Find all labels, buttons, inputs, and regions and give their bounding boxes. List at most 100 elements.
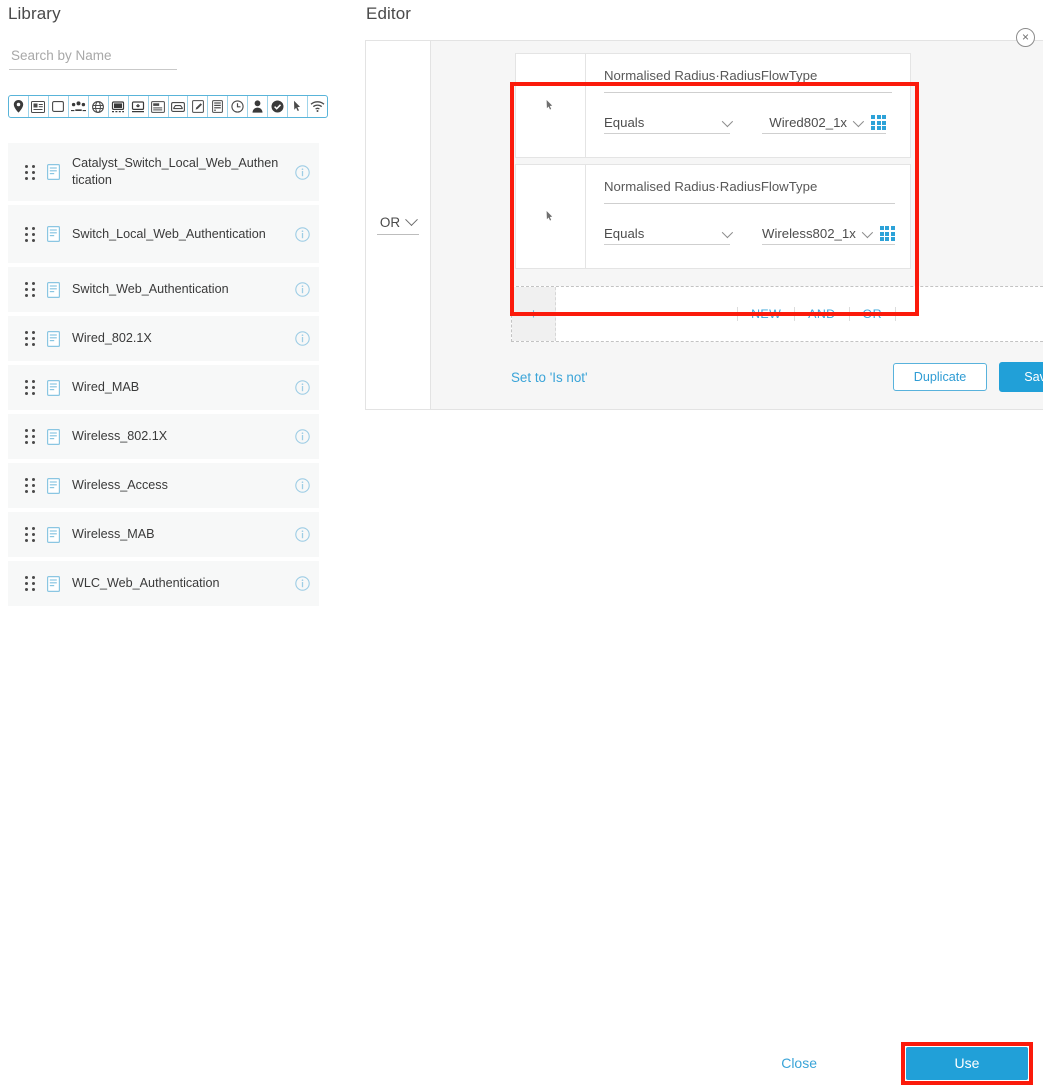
logic-operator-value: OR [379, 215, 401, 230]
operator-value-row: Equals Wired802_1x [604, 115, 892, 134]
search-field-wrapper [0, 24, 340, 70]
info-icon[interactable] [285, 282, 319, 297]
edit-document-icon[interactable] [188, 96, 209, 117]
drag-handle-icon[interactable] [18, 282, 42, 297]
drag-handle-icon[interactable] [18, 380, 42, 395]
info-icon[interactable] [285, 164, 319, 180]
info-icon[interactable] [285, 226, 319, 242]
editor-body: OR × × Normalised Radius·RadiusFlowType … [365, 40, 1043, 410]
info-icon[interactable] [285, 331, 319, 346]
person-icon[interactable] [248, 96, 269, 117]
condition-row: Normalised Radius·RadiusFlowType Equals … [515, 164, 911, 269]
list-item[interactable]: Wired_MAB [8, 365, 319, 410]
search-input[interactable] [9, 46, 177, 70]
add-actions: NEW AND OR [556, 287, 1043, 341]
editor-footer: Set to 'Is not' Duplicate Save [511, 362, 1043, 392]
drag-handle-icon[interactable] [18, 226, 42, 242]
info-icon[interactable] [285, 380, 319, 395]
chevron-down-icon [721, 115, 734, 127]
close-button[interactable]: Close [781, 1055, 817, 1071]
grid-picker-icon[interactable] [879, 226, 895, 241]
value-select[interactable]: Wireless802_1x [762, 226, 895, 245]
attribute-field[interactable]: Normalised Radius·RadiusFlowType [604, 179, 895, 204]
location-pin-icon[interactable] [9, 96, 29, 117]
list-item[interactable]: Wired_802.1X [8, 316, 319, 361]
list-item[interactable]: Switch_Local_Web_Authentication [8, 205, 319, 263]
add-new-button[interactable]: NEW [737, 307, 794, 321]
check-circle-icon[interactable] [268, 96, 289, 117]
drag-handle-icon[interactable] [18, 429, 42, 444]
logic-operator-column: OR [365, 40, 431, 410]
operator-select[interactable]: Equals [604, 226, 734, 245]
list-item-label: Wireless_802.1X [72, 429, 168, 443]
document-icon [42, 526, 64, 543]
add-condition-bar: + NEW AND OR [511, 286, 1043, 342]
square-icon[interactable] [49, 96, 69, 117]
duplicate-button[interactable]: Duplicate [892, 363, 988, 391]
add-plus-icon[interactable]: + [512, 287, 556, 341]
operator-value: Equals [604, 226, 645, 241]
library-panel: Library Search by Name Catalyst_Switch_L… [0, 0, 340, 640]
group-users-icon[interactable] [69, 96, 89, 117]
cursor-icon[interactable] [288, 96, 309, 117]
add-or-button[interactable]: OR [848, 307, 896, 321]
condition-drag-handle[interactable] [516, 165, 586, 268]
chevron-down-icon [852, 115, 865, 127]
drag-handle-icon[interactable] [18, 527, 42, 542]
list-item[interactable]: Catalyst_Switch_Local_Web_Authentication [8, 143, 319, 201]
desktop-icon[interactable] [109, 96, 129, 117]
wifi-icon[interactable] [308, 96, 327, 117]
info-icon[interactable] [285, 576, 319, 591]
drag-handle-icon[interactable] [18, 576, 42, 591]
save-button[interactable]: Save [999, 362, 1043, 392]
drag-handle-icon[interactable] [18, 164, 42, 180]
chevron-down-icon [721, 226, 734, 238]
monitor-icon[interactable] [129, 96, 149, 117]
globe-icon[interactable] [89, 96, 109, 117]
list-item[interactable]: Wireless_802.1X [8, 414, 319, 459]
attribute-field[interactable]: Normalised Radius·RadiusFlowType [604, 68, 892, 93]
condition-drag-handle[interactable] [516, 54, 586, 157]
value-text: Wired802_1x [769, 115, 847, 130]
list-item[interactable]: Wireless_MAB [8, 512, 319, 557]
list-item[interactable]: Wireless_Access [8, 463, 319, 508]
id-card-icon[interactable] [29, 96, 49, 117]
document-icon [42, 226, 64, 242]
chevron-down-icon [405, 213, 418, 227]
condition-fields: Normalised Radius·RadiusFlowType Equals … [586, 54, 910, 157]
category-icon-toolbar[interactable] [8, 95, 328, 118]
use-button[interactable]: Use [906, 1046, 1028, 1080]
value-select[interactable]: Wired802_1x [762, 115, 886, 134]
info-icon[interactable] [285, 527, 319, 542]
cursor-icon [546, 100, 553, 110]
form-icon[interactable] [149, 96, 169, 117]
server-icon[interactable] [208, 96, 229, 117]
operator-select[interactable]: Equals [604, 115, 734, 134]
add-and-button[interactable]: AND [794, 307, 848, 321]
list-item-label: Wireless_Access [72, 478, 168, 492]
cursor-icon [546, 211, 553, 221]
editor-title: Editor [366, 4, 412, 23]
info-icon[interactable] [285, 478, 319, 493]
envelope-icon[interactable] [169, 96, 189, 117]
list-item-label: Catalyst_Switch_Local_Web_Authentication [72, 156, 279, 187]
document-icon [42, 379, 64, 396]
list-item-label: Switch_Local_Web_Authentication [72, 226, 266, 241]
drag-handle-icon[interactable] [18, 478, 42, 493]
set-is-not-link[interactable]: Set to 'Is not' [511, 370, 881, 385]
document-icon [42, 428, 64, 445]
close-icon[interactable]: × [1016, 28, 1035, 47]
list-item[interactable]: WLC_Web_Authentication [8, 561, 319, 606]
document-icon [42, 281, 64, 298]
conditions-column: × × Normalised Radius·RadiusFlowType Equ… [431, 40, 1043, 410]
grid-picker-icon[interactable] [871, 115, 886, 130]
clock-icon[interactable] [228, 96, 249, 117]
logic-operator-select[interactable]: OR [376, 213, 420, 235]
info-icon[interactable] [285, 429, 319, 444]
value-text: Wireless802_1x [762, 226, 856, 241]
chevron-down-icon [861, 226, 873, 238]
list-item-label: Wired_MAB [72, 380, 140, 394]
drag-handle-icon[interactable] [18, 331, 42, 346]
list-item[interactable]: Switch_Web_Authentication [8, 267, 319, 312]
operator-value: Equals [604, 115, 645, 130]
